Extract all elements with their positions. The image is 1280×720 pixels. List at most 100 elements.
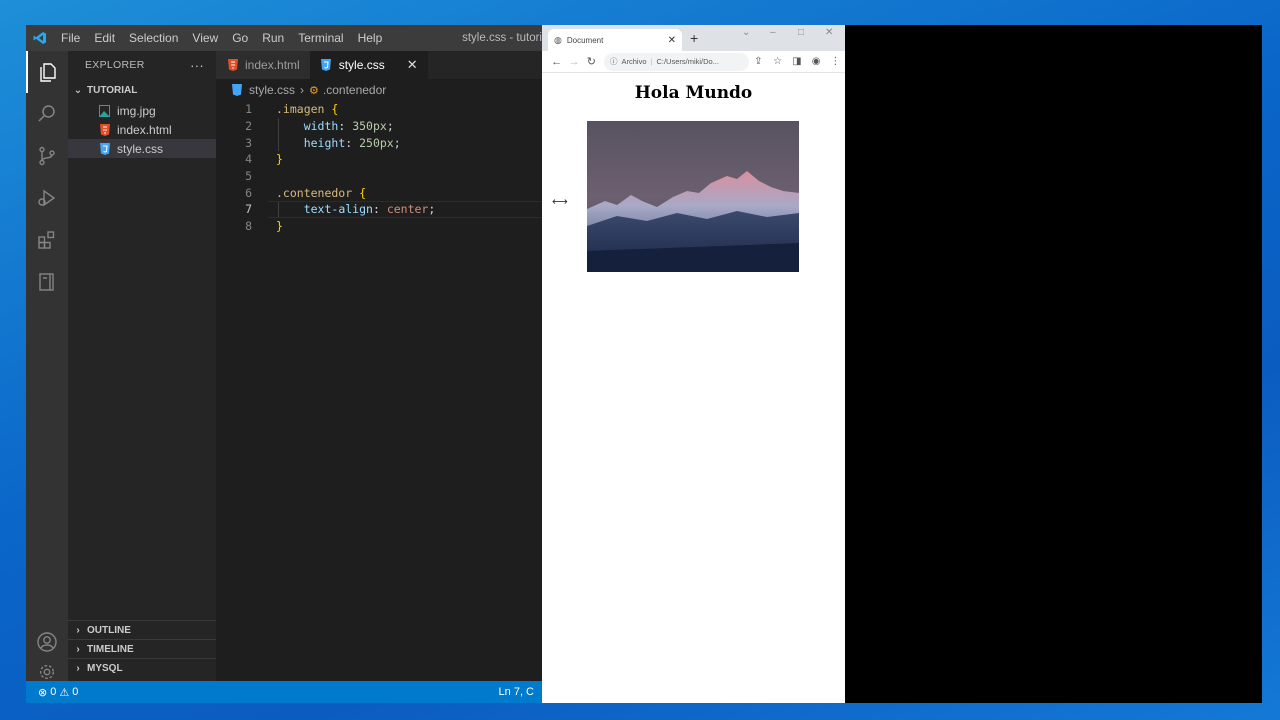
chevron-right-icon: ›: [76, 662, 80, 674]
section-outline[interactable]: › OUTLINE: [68, 620, 216, 639]
css-value: 350px: [352, 119, 387, 134]
back-arrow-icon[interactable]: ←: [548, 56, 565, 68]
brace: {: [359, 185, 367, 200]
editor-tabs: index.html style.css ✕: [216, 51, 542, 79]
menu-file[interactable]: File: [54, 25, 87, 51]
tab-style-css[interactable]: style.css ✕: [309, 51, 428, 79]
menu-run[interactable]: Run: [255, 25, 291, 51]
bookmark-star-icon[interactable]: ☆: [768, 56, 787, 67]
file-item-img[interactable]: img.jpg: [68, 101, 216, 120]
css-value: center: [386, 202, 429, 217]
warning-icon: ⚠: [59, 686, 70, 699]
address-url: C:/Users/miki/Do...: [656, 57, 719, 66]
code-editor[interactable]: 1 .imagen { 2 width: 350px; 3 height: 25…: [216, 101, 542, 235]
globe-icon: ◍: [554, 34, 562, 45]
more-menu-icon[interactable]: ⋮: [826, 56, 845, 67]
error-icon: ⊗: [38, 686, 48, 699]
profile-icon[interactable]: ◉: [806, 56, 825, 67]
section-mysql[interactable]: › MYSQL: [68, 658, 216, 677]
line-number: 8: [245, 219, 252, 234]
extensions-icon[interactable]: [26, 219, 68, 261]
image-file-icon: [98, 104, 111, 117]
code-line: 5: [216, 168, 542, 185]
css-selector: .imagen: [276, 102, 325, 117]
browser-tab-strip: ◍ Document ✕ + ⌄ – □ ✕: [542, 25, 845, 51]
more-actions-icon[interactable]: ···: [190, 58, 204, 73]
close-tab-icon[interactable]: ✕: [407, 57, 418, 73]
menu-go[interactable]: Go: [225, 25, 255, 51]
folder-name: TUTORIAL: [87, 84, 138, 96]
explorer-title: EXPLORER: [85, 59, 145, 71]
tab-index-html[interactable]: index.html: [216, 51, 310, 79]
folder-tutorial[interactable]: ⌄ TUTORIAL: [68, 79, 216, 101]
explorer-icon[interactable]: [26, 51, 68, 93]
mountain-image: [587, 121, 799, 272]
cursor-position[interactable]: Ln 7, C: [499, 686, 534, 698]
code-line: 6 .contenedor {: [216, 184, 542, 201]
address-label: Archivo: [621, 57, 647, 66]
address-separator: |: [650, 57, 653, 66]
explorer-sidebar: EXPLORER ··· ⌄ TUTORIAL img.jpg index.ht…: [68, 51, 216, 681]
reload-icon[interactable]: ↻: [583, 55, 600, 68]
css-property: width: [303, 119, 339, 134]
problems-indicator[interactable]: ⊗ 0 ⚠ 0: [38, 686, 78, 699]
file-item-index-html[interactable]: index.html: [68, 120, 216, 139]
black-background-panel: [845, 25, 1262, 703]
source-control-icon[interactable]: [26, 135, 68, 177]
search-icon[interactable]: [26, 93, 68, 135]
css-property: text-align: [303, 202, 373, 217]
close-window-icon[interactable]: ✕: [825, 27, 833, 38]
chevron-down-icon[interactable]: ⌄: [742, 27, 750, 38]
new-tab-button[interactable]: +: [690, 30, 698, 46]
chevron-right-icon: ›: [76, 643, 80, 655]
menu-edit[interactable]: Edit: [87, 25, 122, 51]
vscode-window: File Edit Selection View Go Run Terminal…: [26, 25, 542, 703]
share-icon[interactable]: ⇪: [749, 56, 768, 67]
minimize-icon[interactable]: –: [770, 27, 776, 38]
accounts-icon[interactable]: [26, 621, 68, 663]
menu-selection[interactable]: Selection: [122, 25, 185, 51]
menu-help[interactable]: Help: [351, 25, 390, 51]
page-heading: Hola Mundo: [634, 83, 753, 103]
side-panel-icon[interactable]: ◨: [787, 56, 806, 67]
run-debug-icon[interactable]: [26, 177, 68, 219]
css-file-icon: [230, 84, 243, 97]
settings-gear-icon[interactable]: [26, 663, 68, 681]
vscode-logo-icon: [26, 25, 54, 51]
remote-explorer-icon[interactable]: [26, 261, 68, 303]
css-file-icon: [98, 142, 111, 155]
close-tab-icon[interactable]: ✕: [668, 35, 676, 46]
file-item-style-css[interactable]: style.css: [68, 139, 216, 158]
section-label: MYSQL: [87, 662, 123, 674]
code-line: 4 }: [216, 151, 542, 168]
css-property: height: [303, 135, 346, 150]
breadcrumb-file[interactable]: style.css: [249, 83, 295, 97]
brace: }: [276, 219, 283, 234]
chevron-right-icon: ›: [300, 83, 305, 97]
menu-view[interactable]: View: [185, 25, 225, 51]
warning-count: 0: [72, 686, 79, 698]
file-name: img.jpg: [117, 103, 156, 118]
address-bar[interactable]: ⓘ Archivo | C:/Users/miki/Do...: [603, 52, 749, 71]
tab-label: index.html: [245, 58, 300, 72]
resize-cursor-icon: ⟷: [552, 196, 568, 208]
tab-label: style.css: [338, 58, 385, 72]
window-title: style.css - tutori: [462, 32, 542, 44]
activity-bar: [26, 51, 68, 681]
line-number: 5: [245, 169, 252, 184]
explorer-header: EXPLORER ···: [68, 51, 216, 79]
forward-arrow-icon[interactable]: →: [565, 56, 582, 68]
section-timeline[interactable]: › TIMELINE: [68, 639, 216, 658]
symbol-class-icon: ⚙: [309, 84, 319, 97]
menu-terminal[interactable]: Terminal: [291, 25, 350, 51]
maximize-icon[interactable]: □: [798, 27, 804, 38]
file-name: style.css: [117, 141, 164, 156]
line-number: 3: [245, 135, 252, 150]
info-icon: ⓘ: [609, 57, 618, 66]
line-number: 2: [245, 119, 252, 134]
code-line: 3 height: 250px;: [216, 134, 542, 151]
browser-window: ◍ Document ✕ + ⌄ – □ ✕ ← → ↻ ⓘ Archivo |…: [542, 25, 845, 703]
breadcrumb-symbol[interactable]: .contenedor: [323, 83, 386, 97]
browser-tab[interactable]: ◍ Document ✕: [548, 29, 682, 51]
line-number: 7: [245, 202, 252, 217]
